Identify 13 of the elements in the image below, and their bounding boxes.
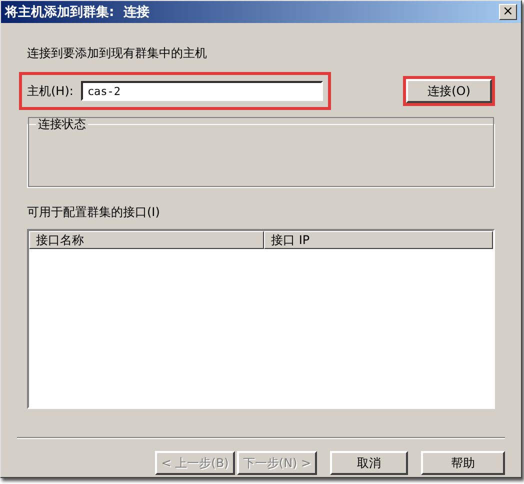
close-button[interactable]: × — [499, 4, 517, 20]
interfaces-list[interactable]: 接口名称 接口 IP — [27, 229, 495, 409]
window-title: 将主机添加到群集: 连接 — [5, 4, 150, 21]
column-header[interactable]: 接口 IP — [264, 231, 493, 249]
interfaces-label: 可用于配置群集的接口(I) — [27, 204, 161, 221]
host-field[interactable]: cas-2 — [81, 81, 324, 101]
instruction-text: 连接到要添加到现有群集中的主机 — [27, 45, 208, 62]
connect-button[interactable]: 连接(O) — [406, 79, 492, 103]
wizard-button[interactable]: 帮助 — [421, 451, 505, 475]
host-label: 主机(H): — [27, 82, 74, 100]
column-header[interactable]: 接口名称 — [29, 231, 264, 249]
wizard-button[interactable]: 取消 — [330, 451, 408, 475]
group-legend: 连接状态 — [36, 116, 88, 133]
